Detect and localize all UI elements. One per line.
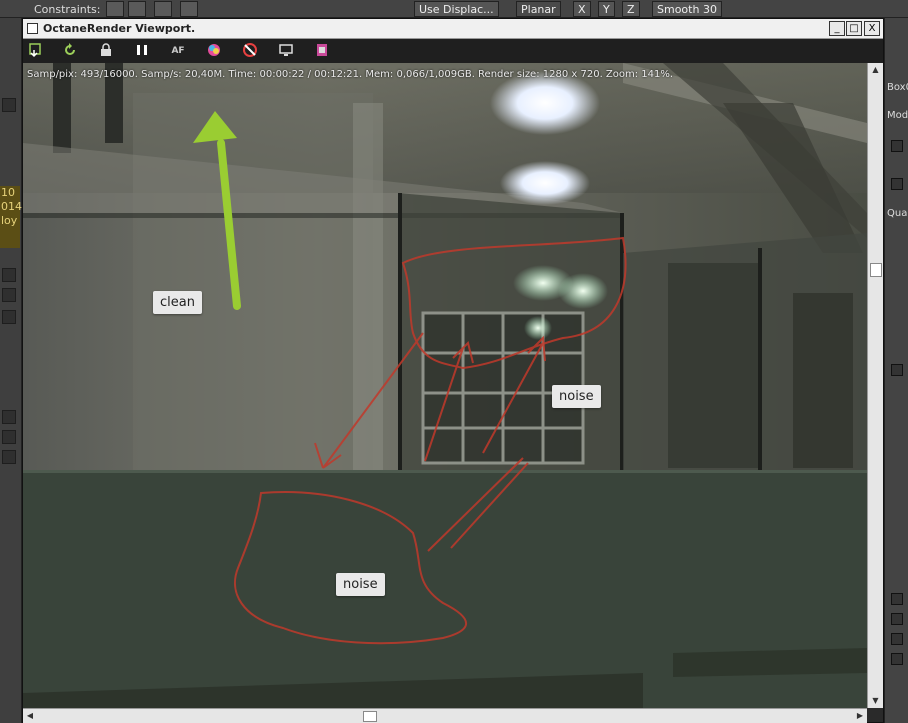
window-titlebar[interactable]: OctaneRender Viewport. _ □ X [23, 19, 883, 39]
octane-viewport-window: OctaneRender Viewport. _ □ X AF Samp/pix… [22, 18, 884, 723]
autofocus-icon[interactable]: AF [169, 42, 187, 60]
host-right-control[interactable] [891, 613, 903, 625]
viewport-toolbar: AF [23, 39, 883, 63]
host-right-control[interactable] [891, 653, 903, 665]
host-yellow-line: 10 [1, 186, 15, 199]
render-image [23, 63, 867, 708]
lock-icon[interactable] [97, 42, 115, 60]
clean-annotation: clean [153, 291, 202, 314]
host-left-panel: 10 014 loy [0, 18, 22, 723]
use-displace-button[interactable]: Use Displac... [414, 1, 499, 17]
host-right-label: Box0 [887, 82, 908, 93]
host-right-control[interactable] [891, 178, 903, 190]
host-left-control[interactable] [2, 430, 16, 444]
axis-z-button[interactable]: Z [622, 1, 640, 17]
send-scene-icon[interactable] [27, 42, 45, 60]
screen-root: Constraints: Use Displac... Planar X Y Z… [0, 0, 908, 723]
host-left-yellow-label: 10 014 loy [0, 186, 22, 248]
render-viewport[interactable]: Samp/pix: 493/16000. Samp/s: 20,40M. Tim… [23, 63, 867, 708]
restart-render-icon[interactable] [61, 42, 79, 60]
pause-icon[interactable] [133, 42, 151, 60]
scroll-down-icon[interactable]: ▼ [868, 694, 883, 708]
window-title: OctaneRender Viewport. [43, 22, 196, 35]
display-icon[interactable] [277, 42, 295, 60]
vertical-scroll-thumb[interactable] [870, 263, 882, 277]
render-stats: Samp/pix: 493/16000. Samp/s: 20,40M. Tim… [27, 69, 674, 80]
host-yellow-line: 014 [1, 200, 22, 213]
host-right-panel: Box0 Modi Qua [884, 18, 908, 723]
host-left-control[interactable] [2, 450, 16, 464]
host-right-control[interactable] [891, 364, 903, 376]
vertical-scrollbar[interactable]: ▲ ▼ [867, 63, 883, 708]
axis-y-button[interactable]: Y [598, 1, 615, 17]
host-right-label: Modi [887, 110, 908, 121]
host-right-control[interactable] [891, 140, 903, 152]
host-yellow-line: loy [1, 214, 18, 227]
host-right-label: Qua [887, 208, 908, 219]
horizontal-scroll-thumb[interactable] [363, 711, 377, 722]
close-button[interactable]: X [864, 21, 880, 36]
minimize-button[interactable]: _ [829, 21, 845, 36]
film-icon[interactable] [313, 42, 331, 60]
constraint-icon-1[interactable] [106, 1, 124, 17]
scroll-left-icon[interactable]: ◀ [23, 709, 37, 723]
scroll-right-icon[interactable]: ▶ [853, 709, 867, 723]
host-right-control[interactable] [891, 633, 903, 645]
scroll-up-icon[interactable]: ▲ [868, 63, 883, 77]
host-left-control[interactable] [2, 98, 16, 112]
host-right-control[interactable] [891, 593, 903, 605]
constraints-label: Constraints: [34, 3, 101, 16]
host-left-control[interactable] [2, 310, 16, 324]
constraint-icon-4[interactable] [180, 1, 198, 17]
host-left-control[interactable] [2, 288, 16, 302]
region-render-icon[interactable] [241, 42, 259, 60]
maximize-button[interactable]: □ [846, 21, 862, 36]
host-toolbar: Constraints: Use Displac... Planar X Y Z… [0, 0, 908, 18]
host-left-control[interactable] [2, 410, 16, 424]
constraint-icon-2[interactable] [128, 1, 146, 17]
planar-button[interactable]: Planar [516, 1, 561, 17]
horizontal-scrollbar[interactable]: ◀ ▶ [23, 708, 867, 723]
window-app-icon [27, 23, 38, 34]
noise-annotation-lower: noise [336, 573, 385, 596]
smooth-button[interactable]: Smooth 30 [652, 1, 722, 17]
constraint-icon-3[interactable] [154, 1, 172, 17]
host-left-control[interactable] [2, 268, 16, 282]
color-picker-icon[interactable] [205, 42, 223, 60]
noise-annotation-upper: noise [552, 385, 601, 408]
axis-x-button[interactable]: X [573, 1, 591, 17]
